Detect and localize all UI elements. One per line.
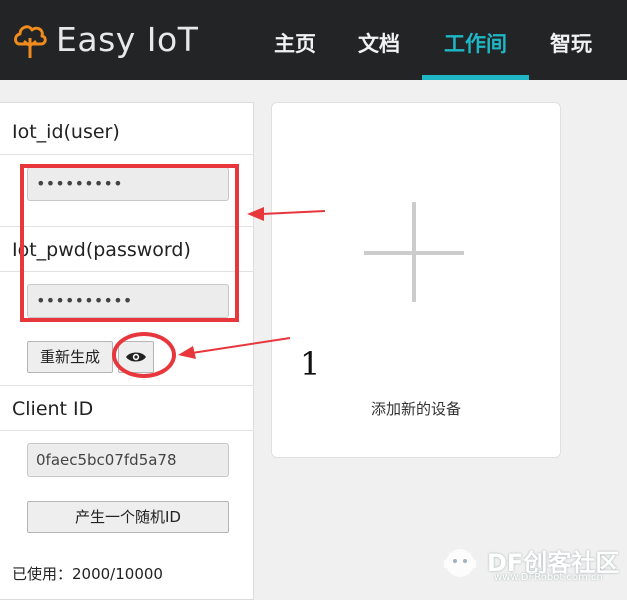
watermark-url: www.DFRobot.com.cn — [494, 572, 603, 583]
annotation-arrows — [178, 207, 326, 359]
annotation-number: 1 — [300, 345, 321, 383]
